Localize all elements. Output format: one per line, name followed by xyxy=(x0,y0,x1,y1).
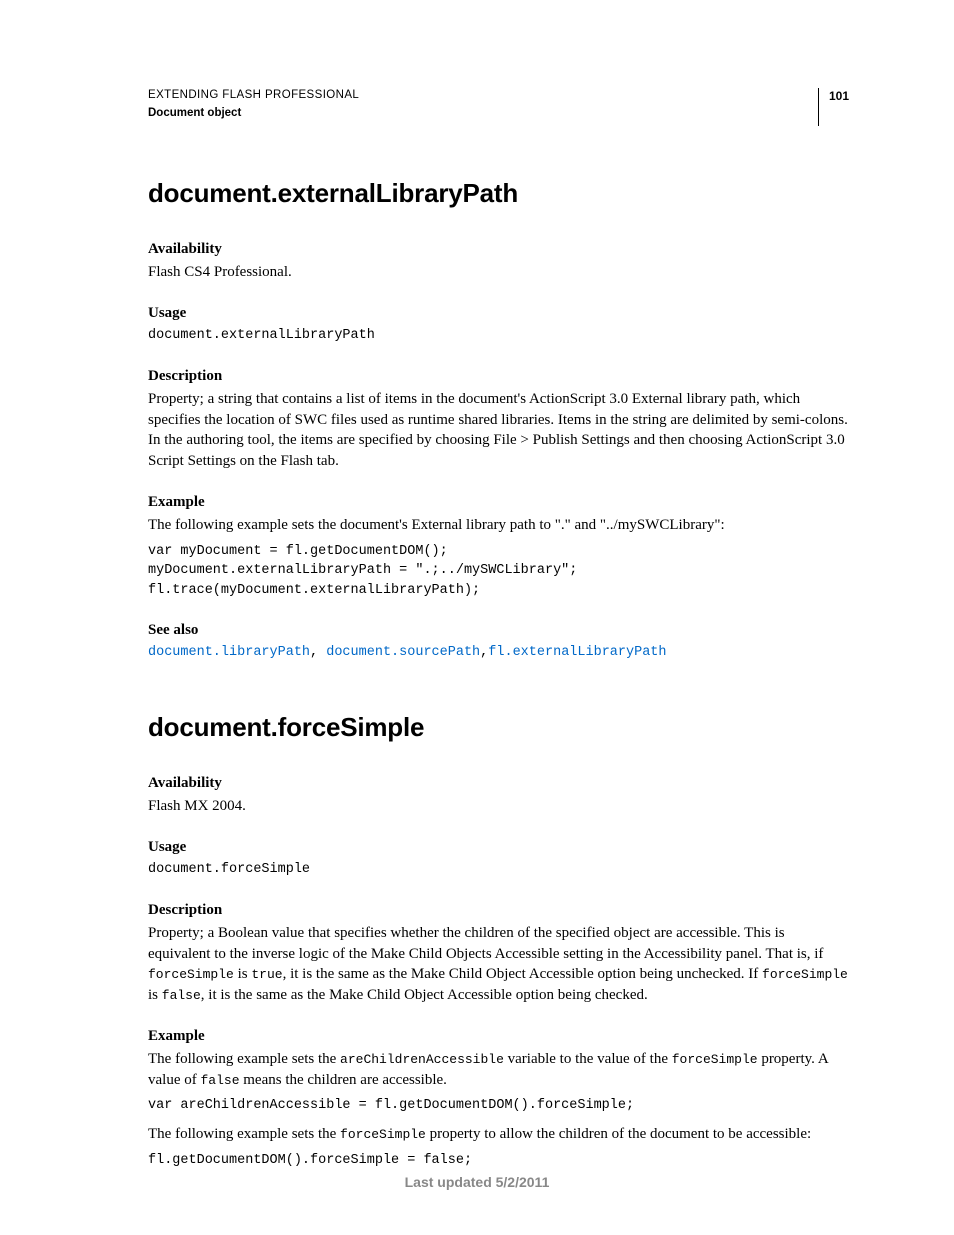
api-title-forceSimple: document.forceSimple xyxy=(148,710,849,745)
book-title: EXTENDING FLASH PROFESSIONAL xyxy=(148,88,359,104)
see-also-links: document.libraryPath, document.sourcePat… xyxy=(148,644,849,662)
section-name: Document object xyxy=(148,106,359,122)
description-text-2: Property; a Boolean value that specifies… xyxy=(148,923,849,1006)
api-title-externalLibraryPath: document.externalLibraryPath xyxy=(148,176,849,211)
description-text: Property; a string that contains a list … xyxy=(148,389,849,472)
document-page: EXTENDING FLASH PROFESSIONAL Document ob… xyxy=(0,0,954,1170)
usage-label-2: Usage xyxy=(148,837,849,857)
page-number: 101 xyxy=(818,88,849,126)
example-label: Example xyxy=(148,492,849,512)
link-externalLibraryPath[interactable]: fl.externalLibraryPath xyxy=(488,645,666,660)
usage-label: Usage xyxy=(148,303,849,323)
link-libraryPath[interactable]: document.libraryPath xyxy=(148,645,310,660)
availability-text: Flash CS4 Professional. xyxy=(148,262,849,283)
see-also-label: See also xyxy=(148,620,849,640)
example-code: var myDocument = fl.getDocumentDOM(); my… xyxy=(148,542,849,601)
availability-label-2: Availability xyxy=(148,773,849,793)
footer-last-updated: Last updated 5/2/2011 xyxy=(0,1173,954,1192)
usage-code-2: document.forceSimple xyxy=(148,860,849,880)
description-label: Description xyxy=(148,366,849,386)
example-code-2a: var areChildrenAccessible = fl.getDocume… xyxy=(148,1096,849,1116)
example-code-2b: fl.getDocumentDOM().forceSimple = false; xyxy=(148,1151,849,1171)
page-header: EXTENDING FLASH PROFESSIONAL Document ob… xyxy=(148,88,849,126)
example-label-2: Example xyxy=(148,1026,849,1046)
header-left: EXTENDING FLASH PROFESSIONAL Document ob… xyxy=(148,88,359,121)
example-intro-2: The following example sets the areChildr… xyxy=(148,1049,849,1090)
link-sourcePath[interactable]: document.sourcePath xyxy=(326,645,480,660)
example-intro: The following example sets the document'… xyxy=(148,515,849,536)
availability-text-2: Flash MX 2004. xyxy=(148,796,849,817)
description-label-2: Description xyxy=(148,900,849,920)
availability-label: Availability xyxy=(148,239,849,259)
usage-code: document.externalLibraryPath xyxy=(148,326,849,346)
example-intro-2b: The following example sets the forceSimp… xyxy=(148,1124,849,1145)
